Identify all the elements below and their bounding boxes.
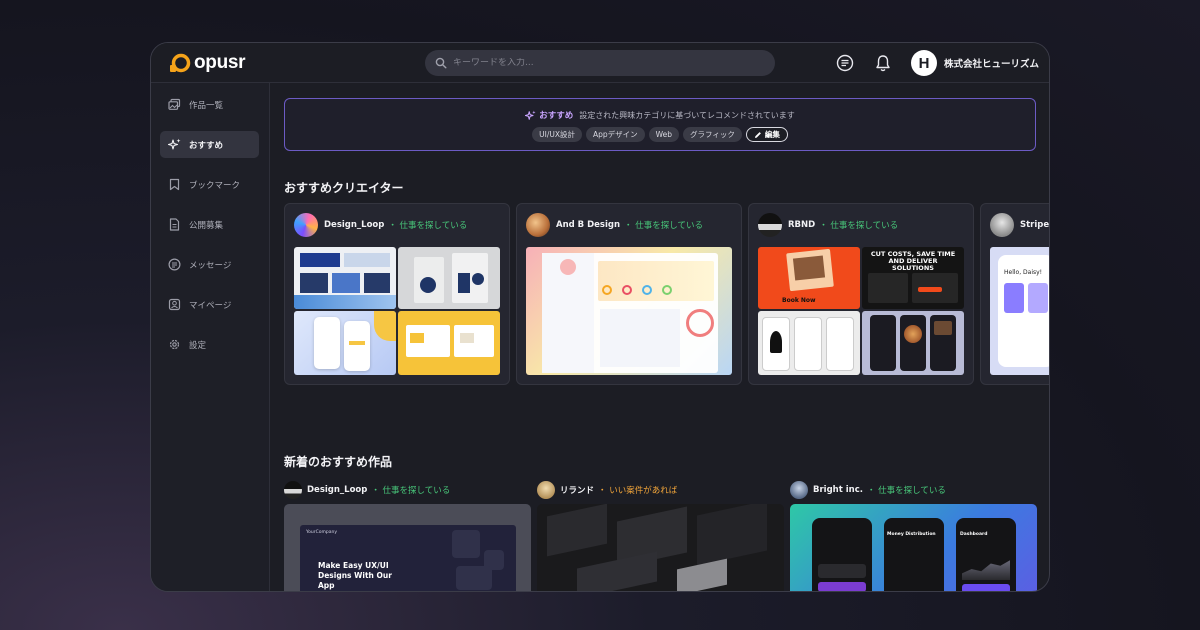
thumb-text: YourCompany <box>306 530 338 535</box>
work-author-status: ・ 仕事を探している <box>866 486 946 496</box>
work-author-name: リランド <box>560 486 595 496</box>
sidebar-item-recruit[interactable]: 公開募集 <box>160 211 259 238</box>
creator-card[interactable]: RBND ・ 仕事を探している Book Now CUT COSTS, SAVE… <box>748 203 974 385</box>
edit-label: 編集 <box>764 130 780 139</box>
search-input[interactable] <box>453 58 753 68</box>
creator-name: Design_Loop <box>324 220 385 230</box>
thumb-text: Dashboard <box>960 532 988 537</box>
top-header: opusr H 株式会社ヒューリズム <box>151 43 1049 83</box>
work-thumbnail[interactable] <box>537 504 784 591</box>
work-thumbnail[interactable] <box>758 311 860 375</box>
avatar <box>537 481 555 499</box>
creator-name: Stripe L <box>1020 220 1050 230</box>
work-thumbnail[interactable]: CUT COSTS, SAVE TIME AND DELIVER SOLUTIO… <box>862 247 964 309</box>
work-thumbnail[interactable] <box>294 311 396 375</box>
thumb-text: Hello, Daisy! <box>1004 269 1043 276</box>
work-author-status: ・ いい案件があれば <box>598 486 678 496</box>
work-author[interactable]: Bright inc. ・ 仕事を探している <box>790 481 946 499</box>
creator-card[interactable]: Design_Loop ・ 仕事を探している <box>284 203 510 385</box>
avatar <box>790 481 808 499</box>
sidebar-item-bookmark[interactable]: ブックマーク <box>160 171 259 198</box>
user-icon <box>168 298 181 311</box>
creator-name: RBND <box>788 220 816 230</box>
work-thumbnail[interactable]: Hello, Daisy! <box>990 247 1049 375</box>
creator-card[interactable]: And B Design ・ 仕事を探している <box>516 203 742 385</box>
recommend-banner: おすすめ 設定された興味カテゴリに基づいてレコメンドされています UI/UX設計… <box>284 98 1036 151</box>
sidebar-item-mypage[interactable]: マイページ <box>160 291 259 318</box>
sidebar: 作品一覧 おすすめ ブックマーク 公開募集 メッセージ マイページ 設定 <box>151 83 270 591</box>
work-thumbnail[interactable] <box>526 247 732 375</box>
avatar <box>294 213 318 237</box>
sidebar-item-recommend[interactable]: おすすめ <box>160 131 259 158</box>
work-author[interactable]: リランド ・ いい案件があれば <box>537 481 677 499</box>
main-content: おすすめ 設定された興味カテゴリに基づいてレコメンドされています UI/UX設計… <box>271 83 1050 591</box>
interest-chips: UI/UX設計 Appデザイン Web グラフィック 編集 <box>285 127 1035 142</box>
work-thumbnail[interactable]: Money Distribution Dashboard <box>790 504 1037 591</box>
search-icon <box>435 57 447 69</box>
user-name: 株式会社ヒューリズム <box>944 59 1040 70</box>
logo-text: opusr <box>194 52 246 73</box>
logo[interactable]: opusr <box>169 52 246 74</box>
edit-interests-button[interactable]: 編集 <box>745 127 788 142</box>
user-menu[interactable]: H 株式会社ヒューリズム <box>911 50 1039 76</box>
recommend-title: おすすめ <box>539 111 574 121</box>
creators-section-title: おすすめクリエイター <box>284 181 404 195</box>
sparkle-icon <box>525 110 536 120</box>
sidebar-item-label: 設定 <box>189 340 207 351</box>
creator-card[interactable]: Stripe L Hello, Daisy! <box>980 203 1050 385</box>
thumb-text: Book Now <box>782 297 816 304</box>
avatar <box>526 213 550 237</box>
work-thumbnail[interactable]: YourCompany Make Easy UX/UI Designs With… <box>284 504 531 591</box>
search-bar[interactable] <box>425 50 775 76</box>
work-thumbnail[interactable] <box>398 311 500 375</box>
work-thumbnail[interactable] <box>294 247 396 309</box>
thumb-text: CUT COSTS, SAVE TIME AND DELIVER SOLUTIO… <box>870 250 956 272</box>
sidebar-item-label: おすすめ <box>189 140 224 151</box>
sidebar-item-label: 作品一覧 <box>189 100 224 111</box>
work-author-status: ・ 仕事を探している <box>371 486 451 496</box>
work-author[interactable]: Design_Loop ・ 仕事を探している <box>284 481 450 499</box>
sidebar-item-works[interactable]: 作品一覧 <box>160 91 259 118</box>
work-author-name: Design_Loop <box>307 485 368 495</box>
creator-name: And B Design <box>556 220 621 230</box>
work-thumbnail[interactable] <box>398 247 500 309</box>
work-author-name: Bright inc. <box>813 485 863 495</box>
gear-icon <box>168 338 181 351</box>
message-icon <box>168 258 181 271</box>
interest-chip: グラフィック <box>683 127 742 142</box>
bell-icon <box>876 55 890 72</box>
creator-status: ・ 仕事を探している <box>819 221 899 231</box>
avatar <box>758 213 782 237</box>
interest-chip: UI/UX設計 <box>532 127 582 142</box>
sparkle-icon <box>168 138 181 151</box>
sidebar-item-label: 公開募集 <box>189 220 224 231</box>
sidebar-item-messages[interactable]: メッセージ <box>160 251 259 278</box>
works-section-title: 新着のおすすめ作品 <box>284 455 393 469</box>
avatar: H <box>911 50 937 76</box>
recommend-description: 設定された興味カテゴリに基づいてレコメンドされています <box>579 110 795 120</box>
sidebar-item-label: マイページ <box>189 300 232 311</box>
list-button[interactable] <box>835 53 855 73</box>
interest-chip: Web <box>648 127 679 142</box>
list-icon <box>836 54 854 72</box>
app-window: opusr H 株式会社ヒューリズム <box>150 42 1050 592</box>
work-thumbnail[interactable]: Book Now <box>758 247 860 309</box>
logo-icon <box>169 52 191 74</box>
notification-button[interactable] <box>873 53 893 73</box>
thumb-text: Money Distribution <box>887 532 936 537</box>
gallery-icon <box>168 98 181 111</box>
work-thumbnail[interactable] <box>862 311 964 375</box>
sidebar-item-settings[interactable]: 設定 <box>160 331 259 358</box>
avatar <box>990 213 1014 237</box>
document-icon <box>168 218 181 231</box>
avatar <box>284 481 302 499</box>
creator-status: ・ 仕事を探している <box>388 221 468 231</box>
creator-status: ・ 仕事を探している <box>624 221 703 231</box>
interest-chip: Appデザイン <box>585 127 645 142</box>
sidebar-item-label: メッセージ <box>189 260 232 271</box>
pencil-icon <box>754 131 761 138</box>
sidebar-item-label: ブックマーク <box>189 180 241 191</box>
bookmark-icon <box>168 178 181 191</box>
thumb-text: Make Easy UX/UI Designs With Our App <box>318 561 392 590</box>
